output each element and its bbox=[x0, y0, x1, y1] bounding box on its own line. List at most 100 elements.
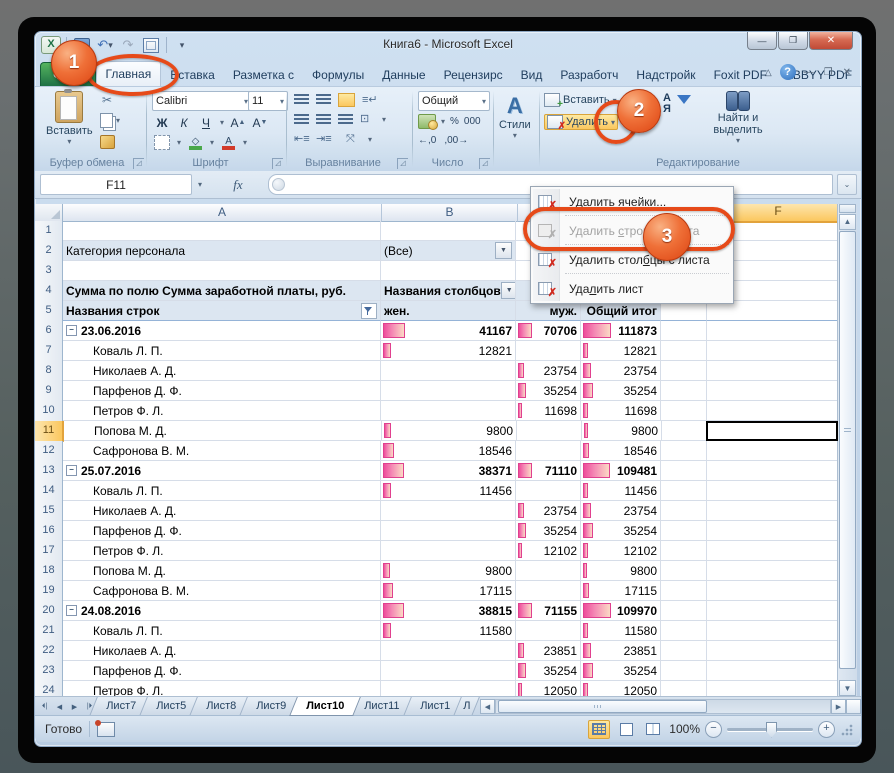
cell-C18[interactable] bbox=[516, 561, 581, 581]
clipboard-dialog-launcher[interactable]: ◿ bbox=[133, 158, 144, 169]
cell-B15[interactable] bbox=[381, 501, 516, 521]
cell-B3[interactable] bbox=[381, 261, 516, 281]
row-header-12[interactable]: 12 bbox=[35, 441, 63, 462]
cell-A11[interactable]: Попова М. Д. bbox=[64, 421, 382, 441]
row-header-3[interactable]: 3 bbox=[35, 261, 63, 282]
cell-C8[interactable]: 23754 bbox=[516, 361, 581, 381]
ribbon-tab-рецензирс[interactable]: Рецензирс bbox=[435, 64, 512, 86]
ribbon-tab-разметка-с[interactable]: Разметка с bbox=[224, 64, 303, 86]
sheet-tab-лист10[interactable]: Лист10 bbox=[289, 697, 361, 716]
cell-A15[interactable]: Николаев А. Д. bbox=[63, 501, 381, 521]
cell-D8[interactable]: 23754 bbox=[581, 361, 661, 381]
cell-C21[interactable] bbox=[516, 621, 581, 641]
ribbon-tab-данные[interactable]: Данные bbox=[373, 64, 434, 86]
cell-A4[interactable]: Сумма по полю Сумма заработной платы, ру… bbox=[63, 281, 381, 301]
cell-E18[interactable] bbox=[661, 561, 707, 581]
cell-C10[interactable]: 11698 bbox=[516, 401, 581, 421]
cell-C6[interactable]: 70706 bbox=[516, 321, 581, 341]
cell-D20[interactable]: 109970 bbox=[581, 601, 661, 621]
workbook-close-icon[interactable]: ✕ bbox=[843, 67, 853, 78]
cell-B4[interactable]: Названия столбцов▼ bbox=[381, 281, 516, 301]
vertical-scrollbar[interactable]: ▲ ▼ bbox=[837, 204, 857, 696]
name-box[interactable]: F11 bbox=[40, 174, 192, 195]
vertical-scroll-thumb[interactable] bbox=[839, 231, 856, 669]
increase-decimal-icon[interactable]: ←,0 bbox=[418, 135, 436, 146]
collapse-group-icon[interactable]: − bbox=[66, 325, 77, 336]
sort-filter-button[interactable]: АЯ bbox=[663, 93, 683, 115]
cell-E24[interactable] bbox=[661, 681, 707, 696]
cell-E5[interactable] bbox=[661, 301, 707, 321]
cell-D17[interactable]: 12102 bbox=[581, 541, 661, 561]
cell-E19[interactable] bbox=[661, 581, 707, 601]
row-header-17[interactable]: 17 bbox=[35, 541, 63, 562]
cell-B11[interactable]: 9800 bbox=[382, 421, 517, 441]
cell-E9[interactable] bbox=[661, 381, 707, 401]
zoom-out-button[interactable]: − bbox=[705, 721, 722, 738]
cell-D9[interactable]: 35254 bbox=[581, 381, 661, 401]
page-layout-view-button[interactable] bbox=[615, 720, 637, 739]
cell-F13[interactable] bbox=[707, 461, 839, 481]
wrap-text-icon[interactable]: ≡↵ bbox=[362, 94, 377, 107]
horizontal-scroll-thumb[interactable] bbox=[498, 700, 707, 713]
cell-C17[interactable]: 12102 bbox=[516, 541, 581, 561]
cell-B8[interactable] bbox=[381, 361, 516, 381]
collapse-ribbon-icon[interactable]: △ bbox=[765, 67, 772, 78]
cell-E21[interactable] bbox=[661, 621, 707, 641]
align-center-button[interactable] bbox=[316, 114, 331, 126]
cell-C11[interactable] bbox=[517, 421, 582, 441]
bold-button[interactable]: Ж bbox=[154, 114, 170, 131]
horizontal-scrollbar[interactable]: ◀ ▶ bbox=[480, 697, 861, 716]
shrink-font-button[interactable]: А▼ bbox=[252, 114, 268, 131]
number-dialog-launcher[interactable]: ◿ bbox=[479, 158, 490, 169]
cell-D16[interactable]: 35254 bbox=[581, 521, 661, 541]
align-middle-button[interactable] bbox=[316, 94, 331, 106]
row-header-18[interactable]: 18 bbox=[35, 561, 63, 582]
scroll-down-icon[interactable]: ▼ bbox=[839, 680, 856, 696]
row-header-21[interactable]: 21 bbox=[35, 621, 63, 642]
cell-A21[interactable]: Коваль Л. П. bbox=[63, 621, 381, 641]
cell-B5[interactable]: жен. bbox=[381, 301, 516, 321]
collapse-group-icon[interactable]: − bbox=[66, 465, 77, 476]
scroll-right-icon[interactable]: ▶ bbox=[831, 699, 846, 714]
cell-E11[interactable] bbox=[662, 421, 708, 441]
cell-F17[interactable] bbox=[707, 541, 839, 561]
cell-F14[interactable] bbox=[707, 481, 839, 501]
format-painter-button[interactable] bbox=[100, 135, 115, 149]
cell-A2[interactable]: Категория персонала bbox=[63, 241, 381, 261]
cell-F12[interactable] bbox=[707, 441, 839, 461]
tab-split-handle[interactable] bbox=[846, 699, 861, 714]
row-header-14[interactable]: 14 bbox=[35, 481, 63, 502]
cell-C9[interactable]: 35254 bbox=[516, 381, 581, 401]
cell-B1[interactable] bbox=[381, 221, 516, 241]
align-right-button[interactable] bbox=[338, 114, 353, 126]
align-top-button[interactable] bbox=[294, 94, 309, 106]
italic-button[interactable]: К bbox=[176, 114, 192, 131]
align-left-button[interactable] bbox=[294, 114, 309, 126]
font-size-select[interactable]: 11▾ bbox=[248, 91, 288, 111]
normal-view-button[interactable] bbox=[588, 720, 610, 739]
cell-F16[interactable] bbox=[707, 521, 839, 541]
find-select-button[interactable]: Найти и выделить ▾ bbox=[703, 91, 773, 145]
cell-D12[interactable]: 18546 bbox=[581, 441, 661, 461]
font-color-button[interactable]: А bbox=[221, 136, 236, 150]
row-labels-filter-icon[interactable] bbox=[361, 303, 377, 319]
number-format-select[interactable]: Общий▾ bbox=[418, 91, 490, 111]
column-header-A[interactable]: A bbox=[63, 204, 382, 222]
menu-item-4[interactable]: ✗Удалить лист bbox=[533, 276, 731, 301]
cell-E7[interactable] bbox=[661, 341, 707, 361]
borders-button[interactable] bbox=[154, 135, 170, 150]
row-header-13[interactable]: 13 bbox=[35, 461, 63, 482]
cell-A9[interactable]: Парфенов Д. Ф. bbox=[63, 381, 381, 401]
cell-B13[interactable]: 38371 bbox=[381, 461, 516, 481]
cell-B7[interactable]: 12821 bbox=[381, 341, 516, 361]
cell-A24[interactable]: Петров Ф. Л. bbox=[63, 681, 381, 696]
cell-B20[interactable]: 38815 bbox=[381, 601, 516, 621]
row-header-7[interactable]: 7 bbox=[35, 341, 63, 362]
cell-A12[interactable]: Сафронова В. М. bbox=[63, 441, 381, 461]
font-family-select[interactable]: Calibri▾ bbox=[152, 91, 252, 111]
accounting-format-icon[interactable] bbox=[418, 114, 436, 129]
cell-A13[interactable]: −25.07.2016 bbox=[63, 461, 381, 481]
row-header-22[interactable]: 22 bbox=[35, 641, 63, 662]
cell-C12[interactable] bbox=[516, 441, 581, 461]
cell-E22[interactable] bbox=[661, 641, 707, 661]
